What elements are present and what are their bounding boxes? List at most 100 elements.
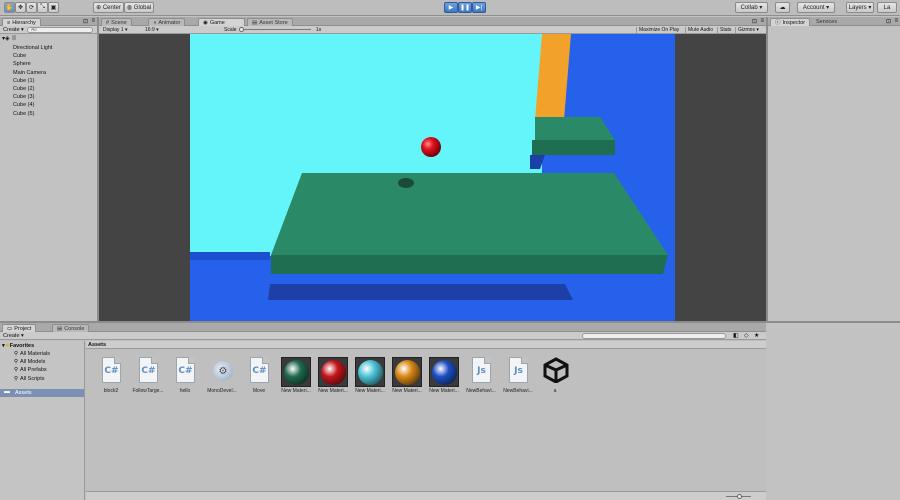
pause-button[interactable]: ❚❚ <box>458 2 472 13</box>
tab-project[interactable]: ▭ Project <box>2 324 37 332</box>
display-dropdown[interactable]: Display 1 ▾ <box>103 27 127 33</box>
tab-inspector[interactable]: ⓘ Inspector <box>770 18 811 26</box>
account-dropdown[interactable]: Account ▾ <box>797 2 835 13</box>
scene-row[interactable]: ▾◈ <box>2 35 16 42</box>
step-button[interactable]: ▶| <box>472 2 486 13</box>
aspect-dropdown[interactable]: 16:9 ▾ <box>145 27 159 33</box>
tab-services[interactable]: Services <box>812 18 841 26</box>
scale-icon: ⤡ <box>40 4 45 10</box>
hierarchy-item[interactable]: Cube (5) <box>13 111 34 117</box>
cloud-button[interactable]: ☁ <box>775 2 790 13</box>
favorite-star-icon[interactable]: ★ <box>754 332 759 339</box>
hierarchy-item[interactable]: Cube (1) <box>13 78 34 84</box>
scene-name-placeholder <box>11 35 16 40</box>
pivot-toggle-button[interactable]: ⊕ Center <box>93 2 124 13</box>
csharp-script-icon: C# <box>102 357 121 383</box>
move-icon: ✥ <box>17 5 24 11</box>
favorite-item[interactable]: ⚲ All Prefabs <box>14 367 47 373</box>
icon-size-slider-thumb[interactable] <box>737 494 742 499</box>
tab-animator[interactable]: ◑ Animator <box>148 18 186 26</box>
collab-button[interactable]: Collab ▾ <box>735 2 768 13</box>
game-viewport[interactable] <box>190 34 675 321</box>
icon-size-slider[interactable] <box>726 494 751 499</box>
favorites-row[interactable]: ▾★Favorites <box>2 343 34 349</box>
assets-breadcrumb: Assets <box>86 341 766 349</box>
lock-icon[interactable]: ⊡ <box>752 18 757 25</box>
main-platform-top <box>271 173 668 255</box>
hierarchy-item[interactable]: Cube <box>13 53 26 59</box>
asset-label: New Materi... <box>355 388 385 394</box>
favorite-label: All Models <box>20 359 46 366</box>
stats-toggle[interactable]: Stats <box>717 27 731 33</box>
panel-menu-icon[interactable]: ≡ <box>91 18 95 24</box>
layout-dropdown[interactable]: La <box>877 2 897 13</box>
asset-label: a <box>553 388 557 394</box>
assets-folder-row[interactable]: ▬ Assets <box>0 389 84 397</box>
folder-icon: ▬ <box>4 389 10 395</box>
create-dropdown[interactable]: Create ▾ <box>3 27 24 33</box>
mute-audio-toggle[interactable]: Mute Audio <box>685 27 713 33</box>
center-tabbar: # Scene ◑ Animator ◉ Game ▤ Asset Store ⊡ ≡ <box>99 17 766 26</box>
favorite-item[interactable]: ⚲ All Models <box>14 359 45 365</box>
pause-icon: ❚❚ <box>459 5 471 11</box>
scale-tool-button[interactable]: ⤡ <box>37 2 48 13</box>
move-tool-button[interactable]: ✥ <box>15 2 26 13</box>
scale-slider[interactable] <box>239 27 311 32</box>
layers-label: Layers <box>848 4 867 11</box>
hierarchy-item[interactable]: Cube (2) <box>13 86 34 92</box>
panel-menu-icon[interactable]: ≡ <box>760 18 764 24</box>
floor-edge <box>190 252 270 260</box>
project-tree: ▾★Favorites ⚲ All Materials ⚲ All Models ⚲ Al… <box>0 341 85 500</box>
hierarchy-item[interactable]: Cube (4) <box>13 102 34 108</box>
scale-slider-thumb[interactable] <box>239 27 244 32</box>
favorite-item[interactable]: ⚲ All Materials <box>14 351 50 357</box>
hierarchy-panel: ≡Hierarchy ⊡ ≡ Create ▾ ▾◈ Directional L… <box>0 17 97 320</box>
gizmos-dropdown[interactable]: Gizmos ▾ <box>735 27 759 33</box>
project-tabbar: ▭ Project ▤ Console <box>0 323 766 332</box>
maximize-on-play-toggle[interactable]: Maximize On Play <box>636 27 679 33</box>
project-search-input[interactable] <box>582 333 726 339</box>
favorite-label: All Scripts <box>20 375 45 382</box>
hierarchy-search-input[interactable] <box>27 27 93 33</box>
tab-scene[interactable]: # Scene <box>101 18 132 26</box>
layers-dropdown[interactable]: Layers ▾ <box>846 2 874 13</box>
play-button[interactable]: ▶ <box>444 2 458 13</box>
csharp-script-icon: C# <box>139 357 158 383</box>
tab-asset-store[interactable]: ▤ Asset Store <box>247 18 293 26</box>
panel-menu-icon[interactable]: ≡ <box>894 18 898 24</box>
unity-scene-icon: ◈ <box>5 36 10 42</box>
upper-platform-side <box>532 140 615 155</box>
hand-tool-button[interactable]: ✋ <box>4 2 15 13</box>
filter-type-icon[interactable]: ◧ <box>733 332 739 339</box>
search-icon: ⚲ <box>14 375 19 382</box>
hierarchy-item[interactable]: Sphere <box>13 61 31 67</box>
account-label: Account <box>802 4 825 11</box>
tab-hierarchy[interactable]: ≡ Hierarchy <box>2 18 41 26</box>
ball-shadow <box>398 178 414 188</box>
lock-icon[interactable]: ⊡ <box>83 18 88 25</box>
filter-label-icon[interactable]: ◇ <box>744 332 749 339</box>
rect-tool-button[interactable]: ▣ <box>48 2 59 13</box>
hierarchy-item[interactable]: Cube (3) <box>13 94 34 100</box>
material-icon <box>355 357 385 387</box>
hierarchy-search-bar: Create ▾ <box>0 26 97 34</box>
lock-icon[interactable]: ⊡ <box>886 18 891 25</box>
asset-label: MonoDevel... <box>207 388 237 394</box>
space-toggle-button[interactable]: ◍ Global <box>124 2 154 13</box>
play-icon: ▶ <box>448 5 454 11</box>
rotate-tool-button[interactable]: ⟳ <box>26 2 37 13</box>
asset-label: FollowTarge... <box>132 388 164 394</box>
pivot-label: Center <box>102 4 121 11</box>
game-scene-render <box>190 34 675 321</box>
main-platform-side <box>271 255 668 274</box>
hierarchy-item[interactable]: Directional Light <box>13 45 52 51</box>
asset-label: New Materi... <box>392 388 422 394</box>
project-create-dropdown[interactable]: Create ▾ <box>3 333 24 339</box>
search-icon: ⚲ <box>14 367 19 374</box>
tab-game[interactable]: ◉ Game <box>198 18 245 26</box>
tab-console[interactable]: ▤ Console <box>52 324 90 332</box>
hierarchy-item[interactable]: Main Camera <box>13 70 46 76</box>
material-icon <box>281 357 311 387</box>
asset-label: Move <box>252 388 266 394</box>
favorite-item[interactable]: ⚲ All Scripts <box>14 376 44 382</box>
